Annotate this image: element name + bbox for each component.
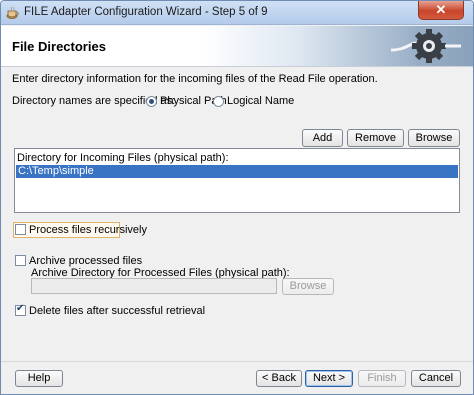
window-title: FILE Adapter Configuration Wizard - Step…	[24, 6, 268, 18]
process-recursively-label[interactable]: Process files recursively	[29, 224, 147, 236]
help-button[interactable]: Help	[15, 370, 63, 387]
add-button-label: Add	[312, 132, 333, 144]
delete-after-label[interactable]: Delete files after successful retrieval	[29, 305, 205, 317]
help-button-label: Help	[27, 372, 51, 384]
wizard-header: File Directories	[1, 26, 473, 67]
wizard-window: FILE Adapter Configuration Wizard - Step…	[0, 0, 474, 395]
page-title: File Directories	[12, 39, 106, 54]
process-recursively-checkbox[interactable]	[15, 224, 26, 235]
back-button[interactable]: < Back	[256, 370, 302, 387]
cancel-button-label: Cancel	[418, 372, 454, 384]
logical-name-radio[interactable]	[213, 96, 224, 107]
intro-text: Enter directory information for the inco…	[12, 73, 378, 85]
list-item[interactable]: C:\Temp\simple	[16, 165, 458, 178]
physical-path-radio[interactable]	[146, 96, 157, 107]
back-button-label: < Back	[262, 372, 296, 384]
archive-dir-field[interactable]	[31, 278, 277, 294]
remove-button[interactable]: Remove	[347, 129, 404, 147]
finish-button[interactable]: Finish	[358, 370, 406, 387]
title-bar[interactable]: FILE Adapter Configuration Wizard - Step…	[1, 1, 473, 25]
cancel-button[interactable]: Cancel	[411, 370, 461, 387]
delete-after-checkbox[interactable]	[15, 303, 26, 316]
footer-divider	[1, 361, 473, 362]
list-header: Directory for Incoming Files (physical p…	[17, 152, 229, 164]
incoming-dir-list[interactable]: Directory for Incoming Files (physical p…	[14, 148, 460, 213]
logical-name-label[interactable]: Logical Name	[227, 95, 294, 107]
finish-button-label: Finish	[367, 372, 397, 384]
browse-button[interactable]: Browse	[408, 129, 460, 147]
archive-browse-button[interactable]: Browse	[282, 278, 334, 295]
close-icon: ✕	[435, 2, 447, 17]
wizard-content: Enter directory information for the inco…	[1, 68, 473, 394]
archive-label[interactable]: Archive processed files	[29, 255, 142, 267]
add-button[interactable]: Add	[302, 129, 343, 147]
next-button-label: Next >	[312, 372, 346, 384]
gear-plug-icon	[391, 29, 461, 63]
remove-button-label: Remove	[355, 132, 396, 144]
close-button[interactable]: ✕	[418, 1, 464, 20]
browse-button-label: Browse	[415, 132, 453, 144]
coffee-cup-icon	[6, 6, 19, 19]
archive-checkbox[interactable]	[15, 255, 26, 266]
archive-browse-label: Browse	[289, 280, 327, 292]
next-button[interactable]: Next >	[305, 370, 353, 387]
